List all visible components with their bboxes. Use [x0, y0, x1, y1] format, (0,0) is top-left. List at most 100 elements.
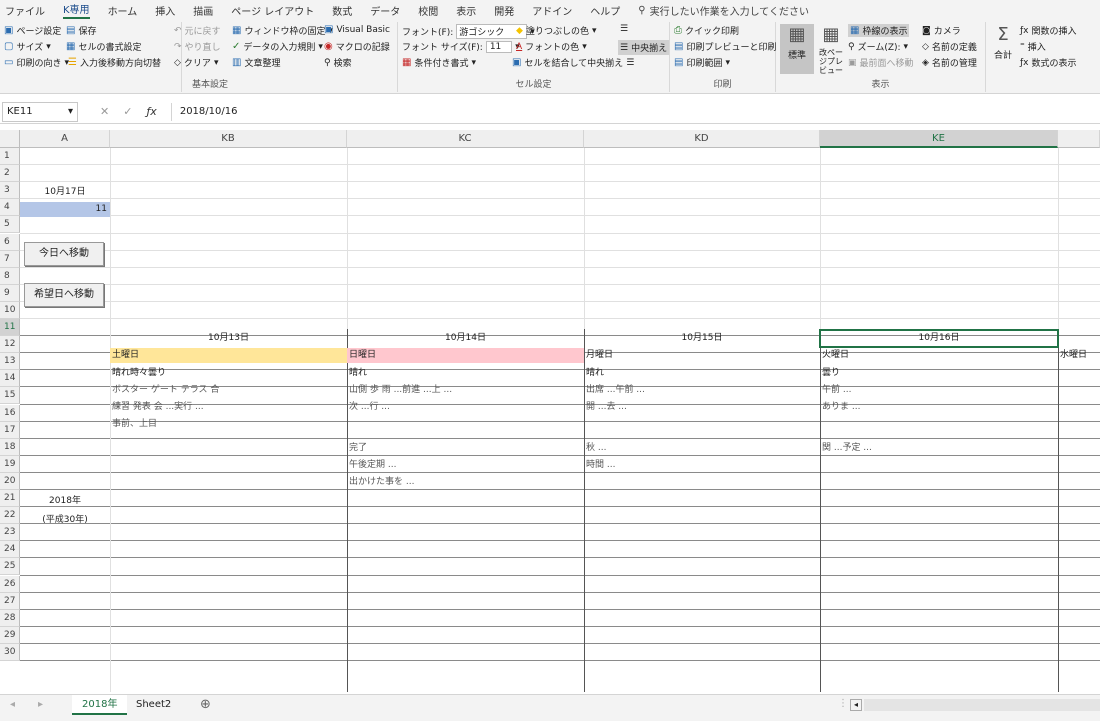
- row-header-7[interactable]: 7: [0, 250, 20, 268]
- cell-kb13[interactable]: 晴れ時々曇り: [110, 366, 347, 381]
- row-header-2[interactable]: 2: [0, 165, 20, 183]
- cell-kd11[interactable]: 10月15日: [584, 331, 820, 346]
- cancel-icon[interactable]: ✕: [100, 105, 109, 118]
- row-header-15[interactable]: 15: [0, 387, 20, 405]
- font-color-button[interactable]: A フォントの色 ▾: [516, 40, 587, 54]
- tab-developer[interactable]: 開発: [494, 3, 514, 18]
- page-setup-button[interactable]: ▣ ページ設定: [4, 24, 61, 37]
- tell-me-search[interactable]: ⚲ 実行したい作業を入力してください: [638, 3, 809, 18]
- cell-kc15[interactable]: 次 ...行 ...: [347, 400, 584, 415]
- col-header-kd[interactable]: KD: [584, 130, 820, 148]
- cell-ke17[interactable]: 関 ...予定 ...: [820, 441, 1058, 456]
- redo-button[interactable]: ↷ やり直し: [174, 40, 221, 54]
- tab-review[interactable]: 校閲: [418, 3, 438, 18]
- select-all-corner[interactable]: [0, 130, 20, 148]
- row-header-6[interactable]: 6: [0, 233, 20, 251]
- cell-kd15[interactable]: 開 ...去 ...: [584, 400, 820, 415]
- print-preview-button[interactable]: ▤ 印刷プレビューと印刷: [674, 40, 776, 53]
- sheet-tab-sheet2[interactable]: Sheet2: [126, 695, 181, 715]
- orientation-button[interactable]: ▭ 印刷の向き ▾: [4, 56, 69, 69]
- row-header-18[interactable]: 18: [0, 438, 20, 456]
- row-header-3[interactable]: 3: [0, 182, 20, 200]
- cell-kd12[interactable]: 月曜日: [584, 348, 820, 363]
- tab-addins[interactable]: アドイン: [532, 3, 572, 18]
- name-define-button[interactable]: ◇ 名前の定義: [922, 40, 977, 54]
- fill-color-button[interactable]: ◆ 塗りつぶしの色 ▾: [516, 24, 597, 38]
- row-header-23[interactable]: 23: [0, 524, 20, 542]
- page-preview-button[interactable]: ▦ 改ページプレビュー: [816, 24, 846, 75]
- row-header-1[interactable]: 1: [0, 148, 20, 166]
- cell-kb15[interactable]: 練習 発表 会 ...実行 ...: [110, 400, 347, 415]
- cell-kb12[interactable]: 土曜日: [110, 348, 347, 363]
- row-header-27[interactable]: 27: [0, 592, 20, 610]
- tab-view[interactable]: 表示: [456, 3, 476, 18]
- row-header-22[interactable]: 22: [0, 507, 20, 525]
- row-header-30[interactable]: 30: [0, 643, 20, 661]
- cell-kc14[interactable]: 山側 歩 雨 ...前進 ...上 ...: [347, 383, 584, 398]
- tab-insert[interactable]: 挿入: [155, 3, 175, 18]
- show-formula-button[interactable]: ƒx 数式の表示: [1020, 56, 1077, 70]
- cell-ke14[interactable]: 午前 ...: [820, 383, 1058, 398]
- tab-home[interactable]: ホーム: [108, 3, 138, 18]
- scroll-left-icon[interactable]: ◂: [850, 699, 862, 711]
- cell-kc13[interactable]: 晴れ: [347, 366, 584, 381]
- row-header-12[interactable]: 12: [0, 336, 20, 354]
- sum-button[interactable]: Σ 合計: [990, 24, 1016, 74]
- go-wish-date-button[interactable]: 希望日へ移動: [24, 283, 104, 307]
- undo-button[interactable]: ↶ 元に戻す: [174, 24, 221, 38]
- cell-kb16[interactable]: 事前、上目: [110, 417, 347, 432]
- cell-kb14[interactable]: ボスター ゲート テラス 合: [110, 383, 347, 398]
- cell-kc12[interactable]: 日曜日: [347, 348, 584, 363]
- tab-data[interactable]: データ: [370, 3, 400, 18]
- horizontal-scrollbar[interactable]: [864, 699, 1100, 711]
- row-header-16[interactable]: 16: [0, 404, 20, 422]
- cell-ke12[interactable]: 火曜日: [820, 348, 1058, 363]
- cell-kc17[interactable]: 完了: [347, 441, 584, 456]
- insert-button[interactable]: ⁼ 挿入: [1020, 40, 1046, 54]
- cell-kc19[interactable]: 出かけた事を ...: [347, 475, 584, 490]
- camera-button[interactable]: ◙ カメラ: [922, 24, 961, 38]
- row-header-11[interactable]: 11: [0, 319, 20, 337]
- cell-ke13[interactable]: 曇り: [820, 366, 1058, 381]
- visual-basic-button[interactable]: ▣ Visual Basic: [324, 24, 390, 35]
- row-header-13[interactable]: 13: [0, 353, 20, 371]
- row-header-25[interactable]: 25: [0, 558, 20, 576]
- row-header-19[interactable]: 19: [0, 455, 20, 473]
- search-button[interactable]: ⚲ 検索: [324, 56, 352, 70]
- cond-format-button[interactable]: ▦ 条件付き書式 ▾: [402, 56, 476, 69]
- cell-kf12[interactable]: 水曜日: [1058, 348, 1100, 363]
- tab-formulas[interactable]: 数式: [332, 3, 352, 18]
- cell-ke15[interactable]: ありま ...: [820, 400, 1058, 415]
- macro-record-button[interactable]: ◉ マクロの記録: [324, 40, 390, 53]
- cell-kd17[interactable]: 秋 ...: [584, 441, 820, 456]
- row-header-10[interactable]: 10: [0, 301, 20, 319]
- print-area-button[interactable]: ▤ 印刷範囲 ▾: [674, 56, 730, 69]
- cell-a20[interactable]: 2018年: [20, 494, 110, 509]
- size-button[interactable]: ▢ サイズ ▾: [4, 40, 51, 53]
- row-header-5[interactable]: 5: [0, 216, 20, 234]
- go-today-button[interactable]: 今日へ移動: [24, 242, 104, 266]
- font-size-field[interactable]: フォント サイズ(F): 11 ▾: [402, 40, 520, 53]
- font-name-field[interactable]: フォント(F): 游ゴシック ▾: [402, 24, 535, 39]
- bring-front-button[interactable]: ▣ 最前面へ移動: [848, 56, 914, 70]
- col-header-kc[interactable]: KC: [347, 130, 584, 148]
- spreadsheet-grid[interactable]: A KB KC KD KE 1 2 3 4 5 6 7 8 9 10 11 12 13 14 15 16 17 1…: [0, 130, 1100, 692]
- row-header-4[interactable]: 4: [0, 199, 20, 217]
- col-header-kb[interactable]: KB: [110, 130, 347, 148]
- row-header-8[interactable]: 8: [0, 267, 20, 285]
- name-box[interactable]: KE11 ▾: [2, 101, 78, 122]
- row-header-29[interactable]: 29: [0, 626, 20, 644]
- tab-page-layout[interactable]: ページ レイアウト: [231, 3, 314, 18]
- normal-view-button[interactable]: ▦ 標準: [780, 24, 814, 74]
- cell-format-button[interactable]: ▦ セルの書式設定: [66, 40, 141, 53]
- gridlines-toggle[interactable]: ▦ 枠線の表示: [848, 24, 910, 37]
- next-sheet-icon[interactable]: ▸: [38, 699, 43, 710]
- sheet-tab-2018[interactable]: 2018年: [72, 695, 128, 715]
- tab-k-only[interactable]: K専用: [63, 1, 90, 19]
- row-header-21[interactable]: 21: [0, 490, 20, 508]
- quick-print-button[interactable]: ⎙ クイック印刷: [674, 24, 739, 37]
- row-header-14[interactable]: 14: [0, 370, 20, 388]
- row-header-17[interactable]: 17: [0, 421, 20, 439]
- cell-kb11[interactable]: 10月13日: [110, 331, 347, 346]
- cell-kd13[interactable]: 晴れ: [584, 366, 820, 381]
